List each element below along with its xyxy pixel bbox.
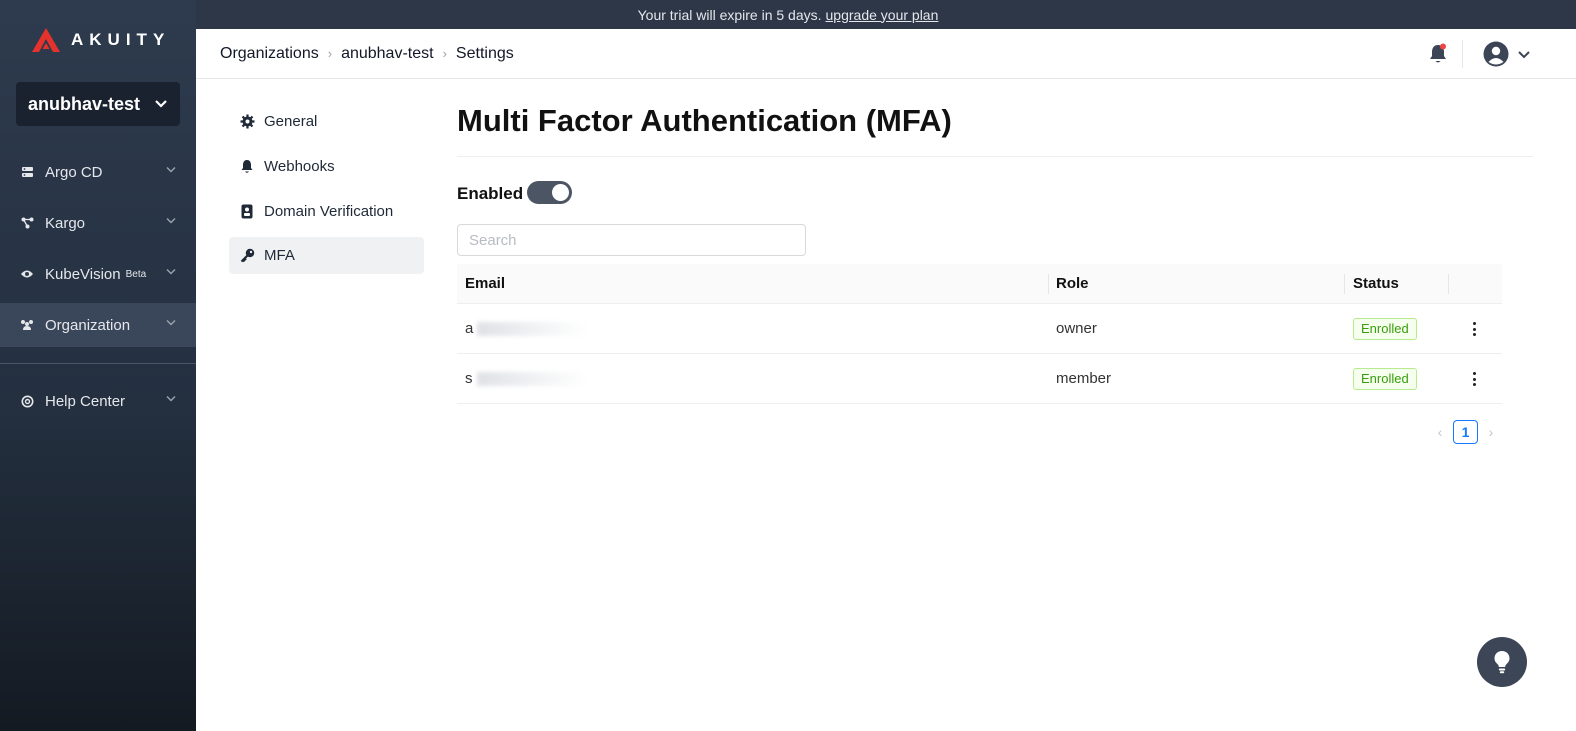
chevron-down-icon — [1518, 50, 1530, 58]
toggle-knob — [552, 184, 569, 201]
column-header-status[interactable]: Status — [1353, 275, 1399, 292]
trial-banner-text: Your trial will expire in 5 days. — [637, 6, 822, 23]
chevron-down-icon — [166, 167, 176, 173]
column-separator — [1448, 274, 1449, 294]
column-header-email[interactable]: Email — [465, 275, 505, 292]
page-number-button[interactable]: 1 — [1453, 420, 1478, 444]
settings-menu-label: General — [264, 113, 318, 130]
sidebar-item-label: Argo CD — [45, 163, 103, 181]
bell-icon — [1430, 43, 1446, 63]
breadcrumb: Organizations › anubhav-test › Settings — [220, 45, 514, 63]
sidebar-item-help-center[interactable]: Help Center — [0, 379, 196, 423]
next-page-button[interactable]: › — [1484, 424, 1498, 440]
settings-menu-label: MFA — [264, 247, 295, 264]
sidebar-item-label: Kargo — [45, 214, 86, 232]
row-role: owner — [1056, 320, 1097, 337]
row-role: member — [1056, 370, 1112, 387]
sidebar-item-organization[interactable]: Organization — [0, 303, 196, 347]
row-actions-button[interactable] — [1469, 320, 1479, 338]
user-avatar-icon — [1483, 41, 1509, 67]
chevron-down-icon — [166, 320, 176, 326]
table-header: Email Role Status — [457, 264, 1502, 304]
breadcrumb-org[interactable]: anubhav-test — [341, 45, 434, 63]
chevron-down-icon — [166, 269, 176, 275]
settings-menu-webhooks[interactable]: Webhooks — [229, 148, 424, 185]
row-actions-button[interactable] — [1469, 370, 1479, 388]
notifications-button[interactable] — [1428, 43, 1448, 70]
kebab-dot — [1472, 333, 1476, 336]
kebab-dot — [1472, 377, 1476, 381]
kebab-dot — [1472, 322, 1476, 325]
chevron-down-icon — [166, 396, 176, 402]
akuity-logo[interactable]: AKUITY — [31, 27, 170, 53]
status-badge: Enrolled — [1353, 368, 1417, 390]
chevron-down-icon — [166, 218, 176, 224]
team-icon — [20, 318, 34, 332]
settings-menu-mfa[interactable]: MFA — [229, 237, 424, 274]
org-name: anubhav-test — [28, 93, 141, 114]
email-text: a — [465, 320, 474, 337]
pagination: ‹ 1 › — [1433, 420, 1498, 444]
bell-icon — [239, 159, 255, 175]
top-header: Organizations › anubhav-test › Settings — [196, 29, 1576, 79]
server-icon — [20, 165, 34, 179]
breadcrumb-organizations[interactable]: Organizations — [220, 45, 319, 63]
sidebar: AKUITY anubhav-test Argo CD Kargo KubeVi… — [0, 0, 196, 731]
email-text: s — [465, 370, 473, 387]
column-header-role[interactable]: Role — [1056, 275, 1089, 292]
breadcrumb-settings: Settings — [455, 44, 514, 62]
settings-menu-general[interactable]: General — [229, 103, 424, 140]
chevron-right-icon: › — [327, 46, 333, 61]
key-icon — [239, 248, 255, 264]
chevron-down-icon — [155, 100, 167, 108]
kargo-icon — [20, 216, 34, 230]
table-row: a owner Enrolled — [457, 304, 1502, 354]
table-row: s member Enrolled — [457, 354, 1502, 404]
akuity-logo-icon — [32, 28, 60, 52]
row-email: s — [465, 370, 587, 387]
header-divider — [1462, 40, 1463, 68]
user-menu[interactable] — [1483, 41, 1531, 67]
title-divider — [457, 156, 1533, 157]
sidebar-item-kubevision[interactable]: KubeVision Beta — [0, 252, 196, 296]
beta-badge: Beta — [125, 268, 147, 280]
redacted-email — [477, 322, 588, 337]
column-separator — [1344, 274, 1345, 294]
help-tips-button[interactable] — [1477, 637, 1527, 687]
settings-menu-domain-verification[interactable]: Domain Verification — [229, 193, 424, 230]
settings-menu-label: Webhooks — [264, 158, 335, 175]
search-input[interactable] — [457, 224, 806, 256]
sidebar-divider — [0, 363, 196, 364]
mfa-enabled-label: Enabled — [457, 184, 524, 203]
lightbulb-icon — [1494, 651, 1510, 674]
kebab-dot — [1472, 372, 1476, 375]
trial-banner: Your trial will expire in 5 days. upgrad… — [0, 0, 1576, 29]
sidebar-item-label: Help Center — [45, 392, 126, 410]
chevron-right-icon: › — [442, 46, 447, 61]
settings-menu-label: Domain Verification — [264, 203, 394, 220]
lifebuoy-icon — [20, 394, 34, 408]
sidebar-item-label: Organization — [45, 316, 131, 334]
mfa-users-table: Email Role Status a owner Enrolled s mem… — [457, 264, 1502, 404]
eye-icon — [20, 267, 34, 281]
mfa-enabled-toggle[interactable] — [527, 181, 572, 204]
row-email: a — [465, 320, 588, 337]
kebab-dot — [1472, 383, 1476, 386]
badge-icon — [239, 204, 255, 220]
gear-icon — [239, 114, 255, 130]
sidebar-item-label: KubeVision — [45, 265, 121, 283]
org-selector[interactable]: anubhav-test — [16, 82, 180, 126]
prev-page-button[interactable]: ‹ — [1433, 424, 1447, 440]
sidebar-item-argo-cd[interactable]: Argo CD — [0, 150, 196, 194]
column-separator — [1048, 274, 1049, 294]
page-title: Multi Factor Authentication (MFA) — [457, 103, 952, 138]
sidebar-item-kargo[interactable]: Kargo — [0, 201, 196, 245]
upgrade-plan-link[interactable]: upgrade your plan — [826, 7, 939, 23]
status-badge: Enrolled — [1353, 318, 1417, 340]
redacted-email — [476, 372, 587, 387]
logo-text: AKUITY — [71, 30, 171, 49]
kebab-dot — [1472, 327, 1476, 331]
